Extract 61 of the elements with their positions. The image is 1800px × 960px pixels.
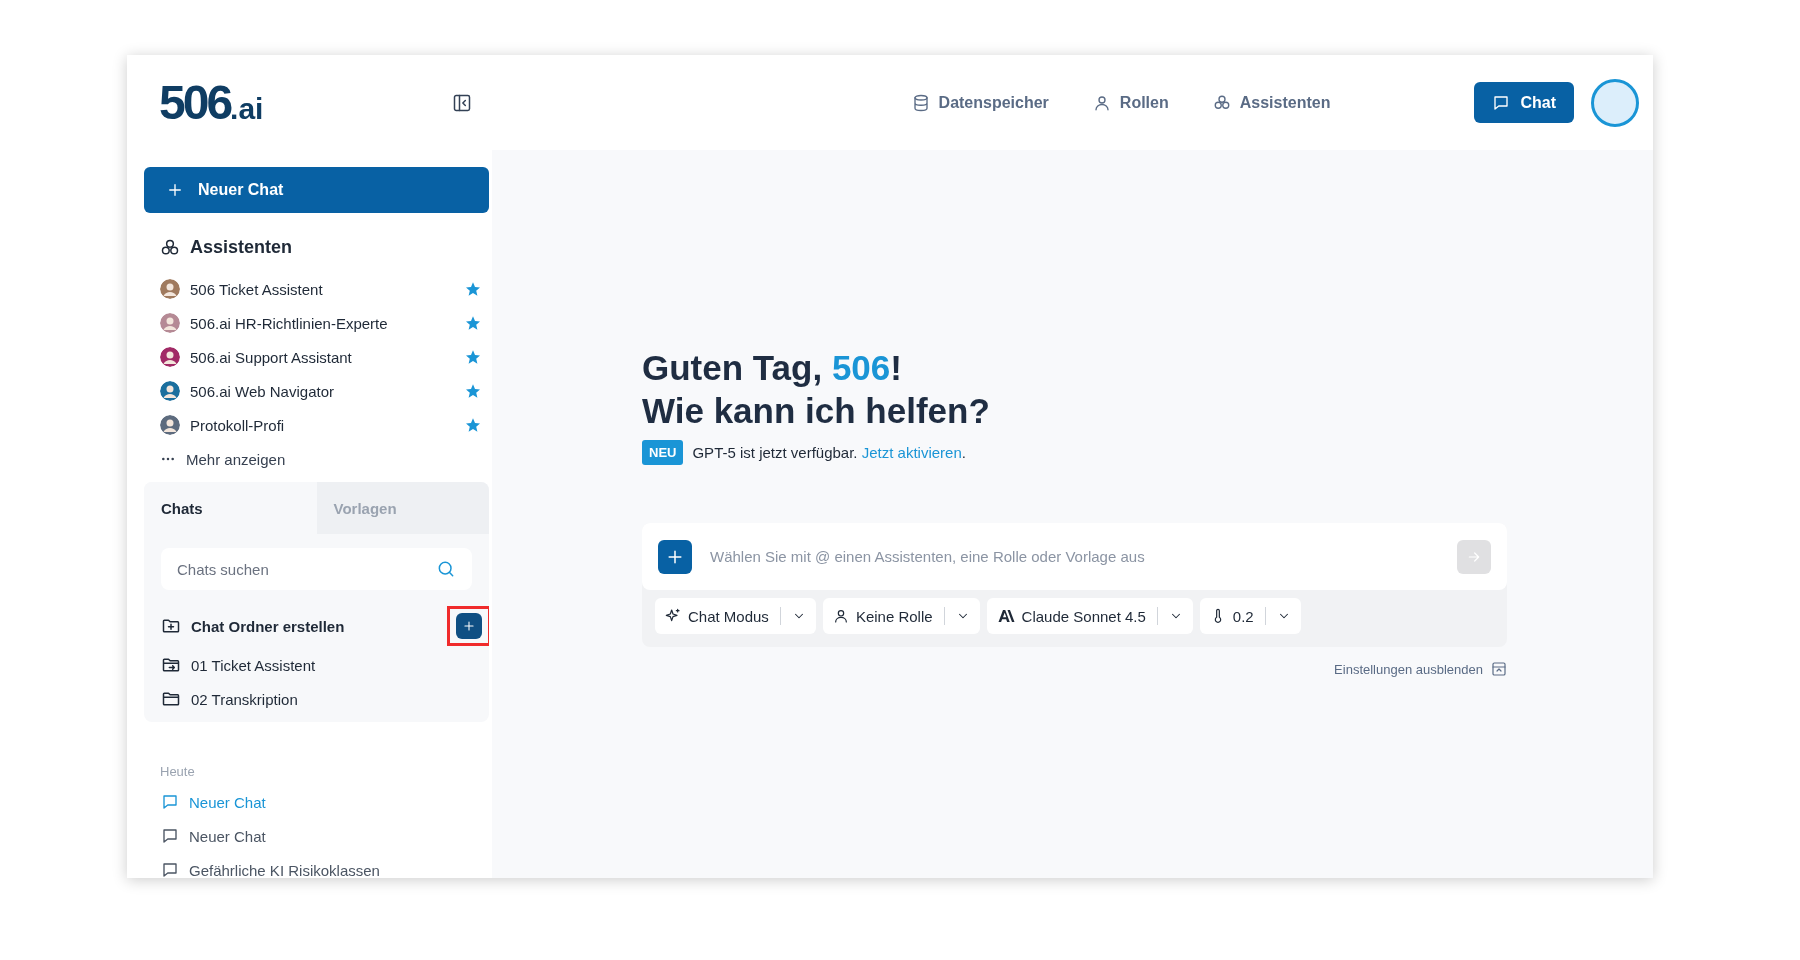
chat-history-item[interactable]: Neuer Chat <box>144 819 489 853</box>
star-icon[interactable] <box>465 281 481 297</box>
new-badge: NEU <box>642 440 684 465</box>
setting-dropdown[interactable]: 0.2 <box>1199 598 1301 634</box>
chat-bubble-icon <box>161 827 179 845</box>
database-icon <box>911 93 930 112</box>
nav-link[interactable]: Datenspeicher <box>911 93 1049 112</box>
message-field[interactable]: Wählen Sie mit @ einen Assistenten, eine Rolle oder Vorlage aus <box>708 547 1441 566</box>
star-icon[interactable] <box>465 315 481 331</box>
search-field[interactable]: Chats suchen <box>161 548 472 590</box>
question-heading: Wie kann ich helfen? <box>642 390 991 432</box>
setting-dropdown[interactable]: Chat Modus <box>655 598 816 634</box>
hide-settings-link[interactable]: Einstellungen ausblenden <box>1334 661 1507 677</box>
chat-bubble-icon <box>1492 93 1511 112</box>
chat-button[interactable]: Chat <box>1474 82 1574 123</box>
announcement-text: GPT-5 ist jetzt verfügbar. Jetzt aktivieren. <box>692 444 966 461</box>
setting-dropdown[interactable]: Claude Sonnet 4.5 <box>986 598 1193 634</box>
star-icon[interactable] <box>465 383 481 399</box>
cluster-icon <box>160 237 180 258</box>
assistant-avatar <box>160 415 180 435</box>
folder-item[interactable]: 01 Ticket Assistent <box>144 648 322 682</box>
group-label: Heute <box>160 764 196 779</box>
star-icon[interactable] <box>465 417 481 433</box>
star-icon[interactable] <box>465 349 481 365</box>
assistant-link[interactable]: Protokoll-Profi <box>190 416 455 434</box>
user-avatar[interactable] <box>1591 78 1639 127</box>
new-chat-button[interactable]: Neuer Chat <box>144 167 489 213</box>
chat-bubble-icon <box>161 793 179 811</box>
more-link[interactable]: Mehr anzeigen <box>144 442 489 476</box>
search-icon <box>436 559 456 579</box>
add-button[interactable] <box>658 539 692 574</box>
assistant-link[interactable]: 506.ai Web Navigator <box>190 382 455 400</box>
nav-link[interactable]: Rollen <box>1092 93 1169 112</box>
cluster-icon <box>1212 93 1231 112</box>
sparkle-icon <box>665 608 681 624</box>
collapse-panel-icon <box>1491 661 1507 677</box>
folder-arrow-icon <box>161 655 181 675</box>
assistant-link[interactable]: 506.ai HR-Richtlinien-Experte <box>190 314 455 332</box>
chat-bubble-icon <box>161 861 179 878</box>
assistant-link[interactable]: 506 Ticket Assistent <box>190 280 455 298</box>
add-folder-button[interactable] <box>456 613 482 639</box>
plus-icon <box>462 619 476 633</box>
folder-item[interactable]: 02 Transkription <box>144 682 304 716</box>
assistant-avatar <box>160 381 180 401</box>
assistant-link[interactable]: 506.ai Support Assistant <box>190 348 455 366</box>
user-icon <box>1092 93 1111 112</box>
setting-dropdown[interactable]: Keine Rolle <box>822 598 980 634</box>
create-folder-link[interactable]: Chat Ordner erstellen <box>161 616 345 636</box>
user-icon <box>832 608 849 624</box>
assistant-avatar <box>160 313 180 333</box>
nav-link[interactable]: Assistenten <box>1212 93 1331 112</box>
greeting-heading: Guten Tag, 506! <box>642 347 903 389</box>
plus-icon <box>166 181 184 199</box>
model-logo-icon <box>996 609 1015 623</box>
assistant-avatar <box>160 279 180 299</box>
assistant-avatar <box>160 347 180 367</box>
logo: 506.ai <box>159 75 264 130</box>
folder-plus-icon <box>161 616 181 636</box>
folder-icon <box>161 689 181 709</box>
section-title: Assistenten <box>190 237 293 258</box>
chat-history-item[interactable]: Gefährliche KI Risikoklassen <box>144 853 489 878</box>
